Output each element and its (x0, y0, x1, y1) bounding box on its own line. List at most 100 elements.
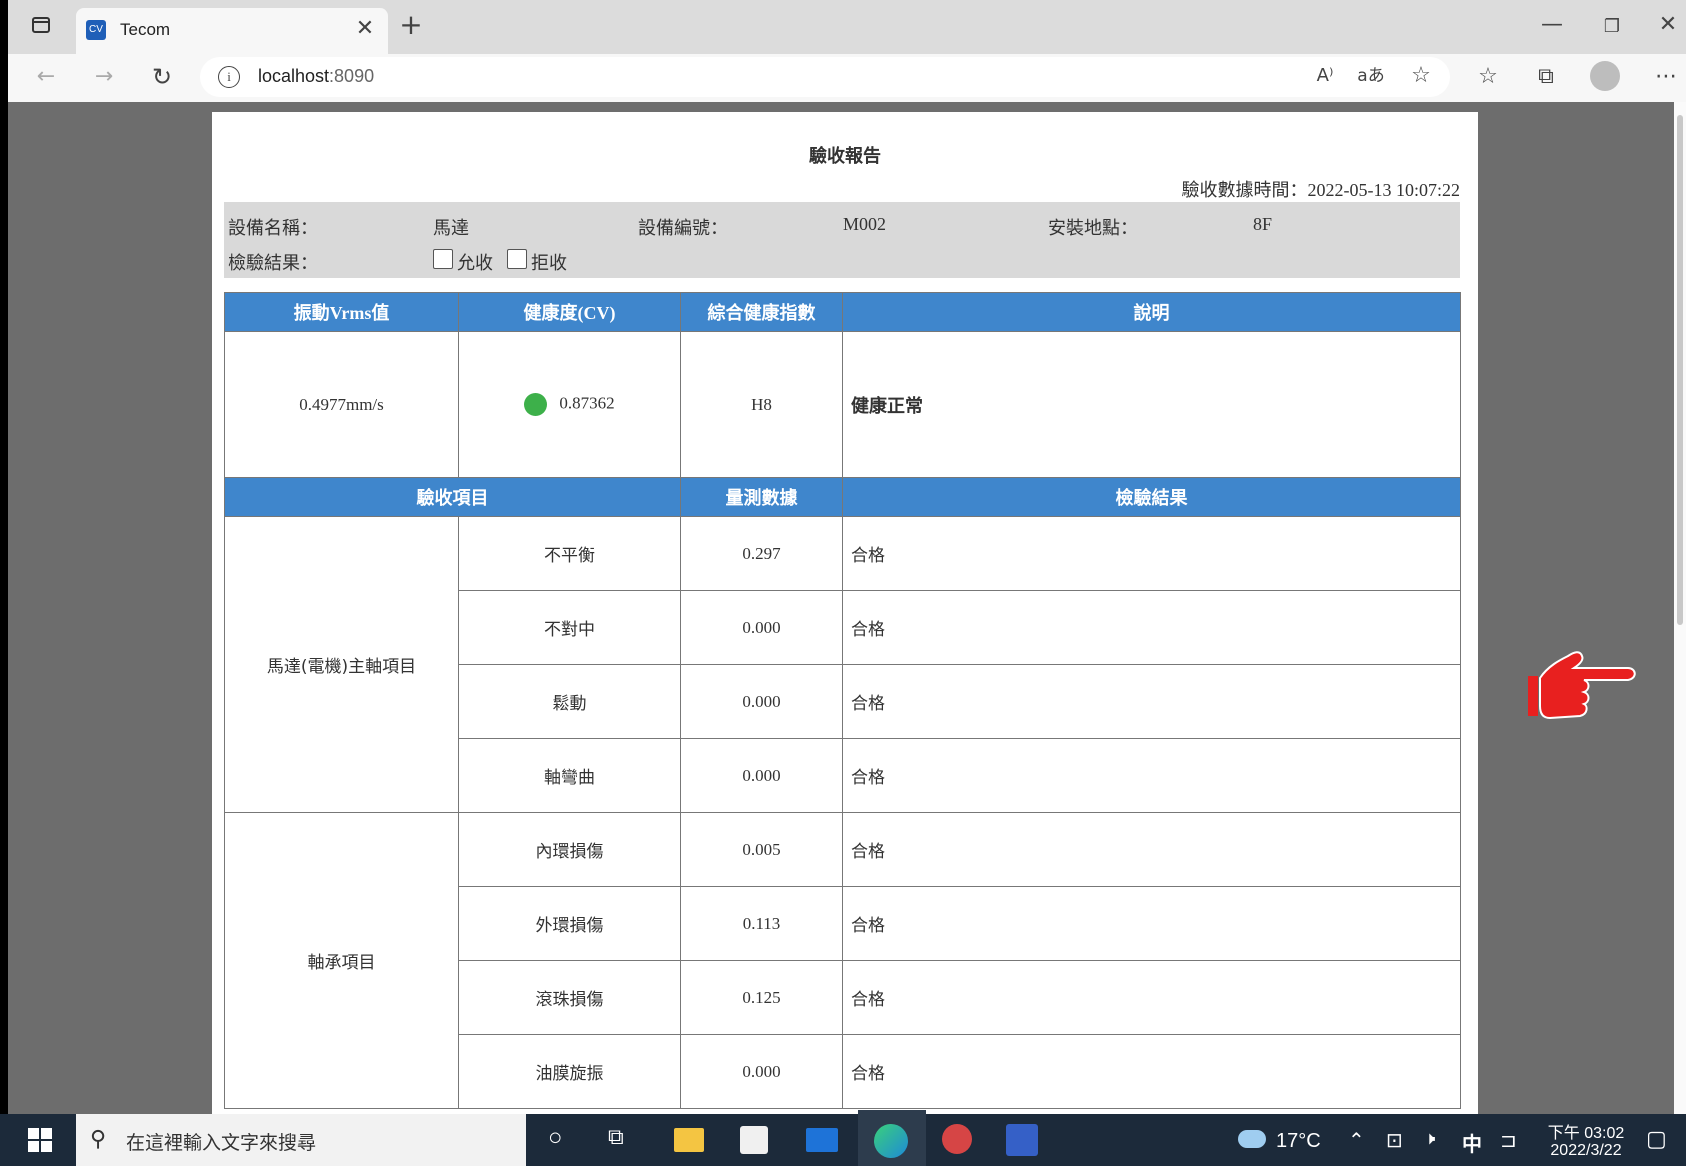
site-info-icon[interactable]: i (218, 66, 240, 88)
network-icon[interactable]: ⊡ (1386, 1128, 1403, 1153)
forward-icon[interactable]: → (88, 62, 120, 92)
accept-label: 允收 (457, 253, 493, 274)
clock-time[interactable]: 下午 03:02 (1544, 1119, 1628, 1143)
speaker-muted-icon[interactable]: 🕨 (1424, 1128, 1435, 1149)
item-result: 合格 (842, 886, 1461, 961)
item-value: 0.000 (680, 590, 843, 665)
store-icon[interactable] (740, 1126, 768, 1154)
table-row: 馬達(電機)主軸項目 不平衡 0.297 合格 (224, 516, 1461, 813)
header-cv: 健康度(CV) (458, 292, 681, 332)
address-bar[interactable]: i localhost:8090 A⁾ aあ ☆ (200, 57, 1450, 97)
item-value: 0.000 (680, 1034, 843, 1109)
item-result: 合格 (842, 812, 1461, 887)
item-name: 外環損傷 (458, 886, 681, 961)
app-pinwheel-icon[interactable] (942, 1124, 972, 1154)
item-name: 不平衡 (458, 516, 681, 591)
more-menu-icon[interactable]: ⋯ (1648, 62, 1684, 92)
search-icon: ⚲ (90, 1127, 107, 1152)
header-health-index: 綜合健康指數 (680, 292, 843, 332)
item-result: 合格 (842, 1034, 1461, 1109)
notification-icon[interactable]: ▢ (1646, 1126, 1667, 1152)
address-text: localhost:8090 (258, 66, 375, 86)
mail-icon[interactable] (806, 1128, 838, 1152)
back-icon[interactable]: ← (30, 62, 62, 92)
search-placeholder: 在這裡輸入文字來搜尋 (126, 1132, 317, 1154)
tab-actions-icon[interactable] (26, 14, 56, 44)
summary-row: 0.4977mm/s 0.87362 H8 健康正常 (224, 331, 1461, 478)
header-acceptance-item: 驗收項目 (224, 477, 681, 517)
cv-cell: 0.87362 (458, 331, 681, 478)
item-name: 軸彎曲 (458, 738, 681, 813)
reject-label: 拒收 (531, 253, 567, 274)
inspection-result-label: 檢驗結果： (228, 253, 318, 274)
minimize-icon[interactable]: — (1532, 10, 1572, 40)
description-value: 健康正常 (842, 331, 1461, 478)
profile-avatar[interactable] (1590, 61, 1620, 91)
health-status-dot (524, 393, 548, 416)
device-info-panel (224, 202, 1460, 278)
weather-icon[interactable] (1238, 1130, 1266, 1148)
taskbar-search-box[interactable]: ⚲ 在這裡輸入文字來搜尋 (76, 1114, 526, 1166)
task-view-icon[interactable]: ⧉ (608, 1124, 624, 1150)
device-name-label: 設備名稱： (228, 218, 318, 239)
location-label: 安裝地點： (1048, 218, 1138, 239)
item-value: 0.000 (680, 664, 843, 739)
new-tab-icon[interactable]: + (396, 10, 426, 40)
summary-header-row: 振動Vrms值 健康度(CV) 綜合健康指數 說明 (224, 292, 1461, 332)
favorites-icon[interactable]: ☆ (1470, 62, 1506, 92)
item-name: 不對中 (458, 590, 681, 665)
group-motor-spindle: 馬達(電機)主軸項目 (224, 516, 459, 813)
item-result: 合格 (842, 516, 1461, 591)
collections-icon[interactable]: ⧉ (1528, 62, 1564, 92)
device-no-label: 設備編號： (638, 218, 728, 239)
item-name: 內環損傷 (458, 812, 681, 887)
header-measurement: 量測數據 (680, 477, 843, 517)
item-value: 0.113 (680, 886, 843, 961)
site-favicon: CV (86, 20, 106, 40)
health-index-value: H8 (680, 331, 843, 478)
device-no-value: M002 (843, 214, 887, 234)
restore-icon[interactable]: ❐ (1592, 12, 1632, 42)
close-tab-icon[interactable]: ✕ (352, 14, 378, 44)
group-bearing: 軸承項目 (224, 812, 459, 1109)
cortana-icon[interactable]: ○ (548, 1124, 563, 1152)
location-value: 8F (1253, 214, 1273, 234)
read-aloud-icon[interactable]: A⁾ (1310, 61, 1340, 91)
file-explorer-icon[interactable] (674, 1128, 704, 1152)
ime-mode-icon[interactable]: ⊐ (1500, 1128, 1517, 1153)
edge-icon (874, 1124, 908, 1158)
item-name: 滾珠損傷 (458, 960, 681, 1035)
item-value: 0.125 (680, 960, 843, 1035)
scrollbar-thumb[interactable] (1677, 115, 1683, 625)
table-row: 軸承項目 內環損傷 0.005 合格 (224, 812, 1461, 1109)
accept-checkbox[interactable] (433, 249, 453, 269)
cv-value: 0.87362 (559, 393, 615, 413)
header-inspection-result: 檢驗結果 (842, 477, 1461, 517)
reject-checkbox[interactable] (507, 249, 527, 269)
header-description: 說明 (842, 292, 1461, 332)
item-value: 0.005 (680, 812, 843, 887)
clock-date[interactable]: 2022/3/22 (1544, 1142, 1628, 1160)
tab-title: Tecom (120, 20, 171, 39)
report-title: 驗收報告 (809, 146, 881, 167)
item-value: 0.000 (680, 738, 843, 813)
item-result: 合格 (842, 738, 1461, 813)
pms-app-icon[interactable] (1006, 1124, 1038, 1156)
chevron-up-icon[interactable]: ⌃ (1348, 1128, 1365, 1153)
pointing-hand-icon (1524, 646, 1644, 732)
translate-icon[interactable]: aあ (1356, 61, 1386, 91)
refresh-icon[interactable]: ↻ (146, 62, 178, 92)
tab-tecom[interactable]: CV Tecom ✕ (76, 8, 388, 54)
item-result: 合格 (842, 960, 1461, 1035)
ime-language[interactable]: 中 (1462, 1128, 1482, 1157)
add-favorite-icon[interactable]: ☆ (1406, 61, 1436, 91)
item-name: 油膜旋振 (458, 1034, 681, 1109)
vrms-value: 0.4977mm/s (224, 331, 459, 478)
item-value: 0.297 (680, 516, 843, 591)
device-name-value: 馬達 (433, 218, 469, 239)
report-timestamp: 驗收數據時間：2022-05-13 10:07:22 (1181, 180, 1461, 201)
item-result: 合格 (842, 664, 1461, 739)
windows-start-icon[interactable] (28, 1128, 52, 1156)
weather-temp[interactable]: 17°C (1276, 1130, 1321, 1153)
close-window-icon[interactable]: ✕ (1650, 10, 1686, 40)
